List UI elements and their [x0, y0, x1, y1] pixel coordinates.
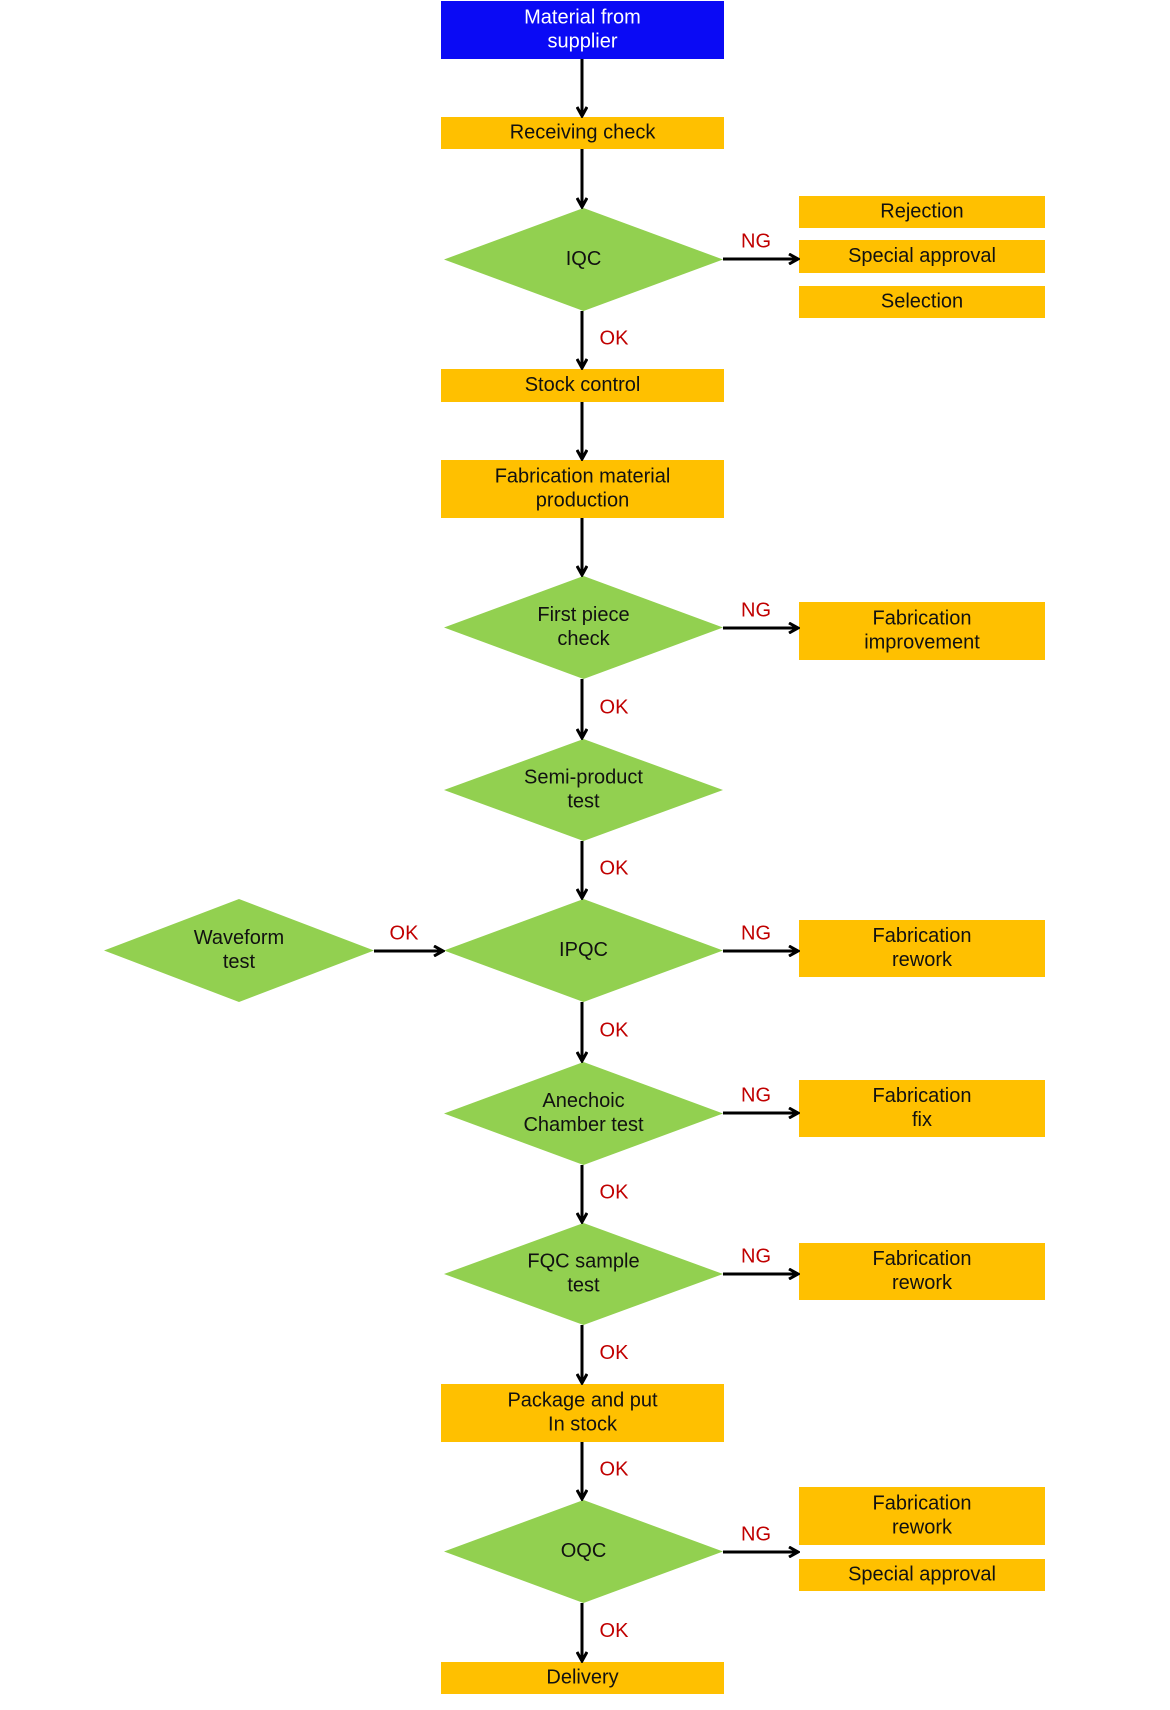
rework1-label: rework [892, 949, 953, 971]
start-label: supplier [547, 30, 617, 52]
semi-label: test [567, 790, 600, 812]
fabmat-label: Fabrication material [495, 465, 671, 487]
rework3-label: Fabrication [873, 1492, 972, 1514]
ok-label: OK [600, 1620, 630, 1642]
receiving-label: Receiving check [510, 121, 657, 143]
start-label: Material from [524, 6, 641, 28]
fabmat-label: production [536, 489, 629, 511]
ipqc-label: IPQC [559, 939, 608, 961]
firstpiece-label: check [557, 628, 610, 650]
anechoic-label: Anechoic [542, 1090, 624, 1112]
ng-label: NG [741, 230, 771, 252]
waveform-label: Waveform [194, 927, 284, 949]
ng-label: NG [741, 922, 771, 944]
iqc-label: IQC [566, 248, 602, 270]
ng-label: NG [741, 1523, 771, 1545]
fabimprove-label: Fabrication [873, 607, 972, 629]
firstpiece-label: First piece [537, 604, 629, 626]
rejection-label: Rejection [880, 200, 963, 222]
rework3-label: rework [892, 1516, 953, 1538]
oqc-label: OQC [561, 1540, 607, 1562]
ok-label: OK [600, 696, 630, 718]
semi-label: Semi-product [524, 766, 643, 788]
anechoic-label: Chamber test [523, 1114, 643, 1136]
rework1-label: Fabrication [873, 925, 972, 947]
ng-label: NG [741, 1084, 771, 1106]
rework2-label: rework [892, 1272, 953, 1294]
waveform-label: test [223, 951, 256, 973]
stock-label: Stock control [525, 374, 641, 396]
ok-label: OK [600, 1342, 630, 1364]
ok-label: OK [390, 922, 420, 944]
fix-label: fix [912, 1109, 932, 1131]
rework2-label: Fabrication [873, 1248, 972, 1270]
ok-label: OK [600, 1458, 630, 1480]
ok-label: OK [600, 327, 630, 349]
delivery-label: Delivery [546, 1666, 618, 1688]
ok-label: OK [600, 1019, 630, 1041]
fix-label: Fabrication [873, 1085, 972, 1107]
package-label: Package and put [507, 1389, 658, 1411]
ok-label: OK [600, 1181, 630, 1203]
fabimprove-label: improvement [864, 631, 980, 653]
quality-flowchart: Material fromsupplier Receiving check IQC R… [104, 1, 1045, 1694]
fqc-label: FQC sample [527, 1250, 639, 1272]
ok-label: OK [600, 857, 630, 879]
ng-label: NG [741, 1245, 771, 1267]
fqc-label: test [567, 1274, 600, 1296]
ng-label: NG [741, 599, 771, 621]
special1-label: Special approval [848, 245, 996, 267]
special2-label: Special approval [848, 1563, 996, 1585]
selection-label: Selection [881, 290, 963, 312]
package-label: In stock [548, 1413, 618, 1435]
